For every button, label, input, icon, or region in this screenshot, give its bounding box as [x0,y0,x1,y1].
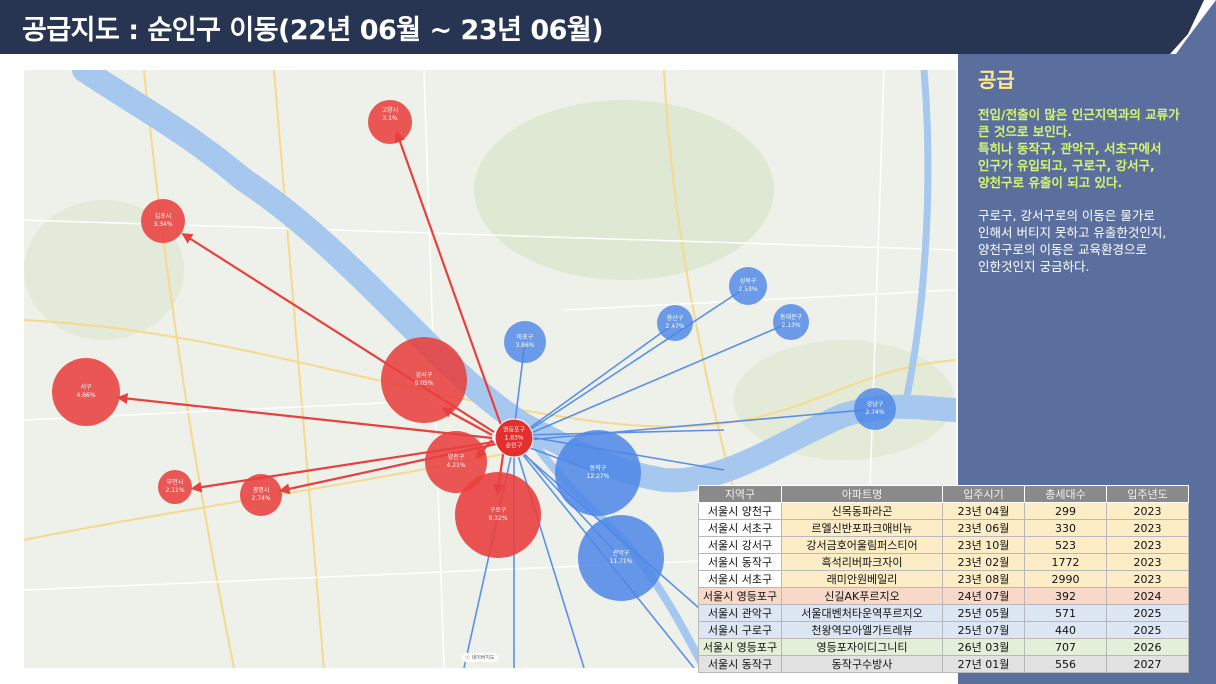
cell-year: 2026 [1106,638,1189,656]
bubble-label: 성북구 2.53% [738,278,758,293]
panel-highlight-text: 전입/전출이 많은 인근지역과의 교류가 큰 것으로 보인다. 특히나 동작구,… [978,107,1180,190]
table-header-row: 지역구 아파트명 입주시기 총세대수 입주년도 [698,485,1189,503]
cell-apt: 천왕역모아엘가트레뷰 [781,621,943,639]
cell-region: 서울시 구로구 [698,621,782,639]
cell-year: 2024 [1106,587,1189,605]
bubble-label-center: 영등포구 1.83% 순인구 [502,426,526,449]
cell-apt: 흑석리버파크자이 [781,553,943,571]
cell-year: 2023 [1106,553,1189,571]
cell-date: 23년 08월 [942,570,1025,588]
cell-units: 2990 [1024,570,1107,588]
cell-region: 서울시 관악구 [698,604,782,622]
cell-units: 299 [1024,502,1107,520]
cell-year: 2027 [1106,655,1189,673]
cell-date: 23년 02월 [942,553,1025,571]
bubble-label: 강서구 9.05% [414,372,434,387]
cell-region: 서울시 영등포구 [698,638,782,656]
bubble-label: 용산구 2.47% [665,315,685,330]
bubble-label: 광명시 2.74% [251,487,271,502]
bubble-label: 관악구 11.71% [609,550,633,565]
supply-table: 지역구 아파트명 입주시기 총세대수 입주년도 서울시 양천구 신목동파라곤 2… [698,485,1189,673]
col-header: 지역구 [698,485,782,503]
cell-units: 330 [1024,519,1107,537]
cell-region: 서울시 강서구 [698,536,782,554]
table-row: 서울시 영등포구 신길AK푸르지오 24년 07월 392 2024 [698,587,1189,605]
cell-apt: 영등포자이디그니티 [781,638,943,656]
cell-apt: 르엘신반포파크애비뉴 [781,519,943,537]
bubble-label: 부천시 2.11% [165,479,185,494]
table-row: 서울시 양천구 신목동파라곤 23년 04월 299 2023 [698,502,1189,520]
table-row: 서울시 동작구 동작구수방사 27년 01월 556 2027 [698,655,1189,673]
bubble-label: 동작구 12.27% [586,465,610,480]
cell-apt: 서울대벤처타운역푸르지오 [781,604,943,622]
cell-date: 26년 03월 [942,638,1025,656]
cell-year: 2023 [1106,519,1189,537]
cell-units: 556 [1024,655,1107,673]
table-row: 서울시 관악구 서울대벤처타운역푸르지오 25년 05월 571 2025 [698,604,1189,622]
cell-date: 27년 01월 [942,655,1025,673]
cell-apt: 신길AK푸르지오 [781,587,943,605]
cell-region: 서울시 동작구 [698,553,782,571]
cell-units: 523 [1024,536,1107,554]
table-row: 서울시 서초구 래미안원베일리 23년 08월 2990 2023 [698,570,1189,588]
cell-date: 25년 07월 [942,621,1025,639]
cell-apt: 동작구수방사 [781,655,943,673]
table-row: 서울시 강서구 강서금호어울림퍼스티어 23년 10월 523 2023 [698,536,1189,554]
bubble-label: 마포구 3.86% [515,334,535,349]
table-row: 서울시 구로구 천왕역모아엘가트레뷰 25년 07월 440 2025 [698,621,1189,639]
cell-apt: 래미안원베일리 [781,570,943,588]
bubble-label: 서구 4.66% [76,384,96,399]
cell-region: 서울시 서초구 [698,570,782,588]
mountain-area [474,100,774,280]
col-header: 아파트명 [781,485,943,503]
cell-date: 23년 06월 [942,519,1025,537]
cell-apt: 신목동파라곤 [781,502,943,520]
panel-body-text: 구로구, 강서구로의 이동은 물가로 인해서 버티지 못하고 유출한것인지, 양… [978,208,1167,274]
cell-region: 서울시 영등포구 [698,587,782,605]
table-row: 서울시 서초구 르엘신반포파크애비뉴 23년 06월 330 2023 [698,519,1189,537]
col-header: 총세대수 [1024,485,1107,503]
table-row: 서울시 영등포구 영등포자이디그니티 26년 03월 707 2026 [698,638,1189,656]
cell-date: 23년 04월 [942,502,1025,520]
cell-region: 서울시 양천구 [698,502,782,520]
cell-units: 571 [1024,604,1107,622]
page-title: 공급지도 : 순인구 이동(22년 06월 ~ 23년 06월) [22,15,604,46]
cell-year: 2023 [1106,502,1189,520]
bubble-label: 강남구 2.74% [865,401,885,416]
cell-year: 2025 [1106,604,1189,622]
cell-region: 서울시 동작구 [698,655,782,673]
bubble-label: 동대문구 2.13% [779,314,803,329]
cell-units: 707 [1024,638,1107,656]
cell-year: 2025 [1106,621,1189,639]
cell-date: 23년 10월 [942,536,1025,554]
cell-year: 2023 [1106,536,1189,554]
bubble-label: 양천구 4.21% [446,454,466,469]
col-header: 입주시기 [942,485,1025,503]
cell-region: 서울시 서초구 [698,519,782,537]
cell-units: 1772 [1024,553,1107,571]
cell-units: 440 [1024,621,1107,639]
table-row: 서울시 동작구 흑석리버파크자이 23년 02월 1772 2023 [698,553,1189,571]
cell-date: 25년 05월 [942,604,1025,622]
bubble-label: 구로구 9.32% [488,507,508,522]
cell-apt: 강서금호어울림퍼스티어 [781,536,943,554]
panel-heading: 공급 [978,68,1015,92]
map-watermark: ⓒ 네이버지도 [462,653,498,662]
title-bar: 공급지도 : 순인구 이동(22년 06월 ~ 23년 06월) [0,0,1216,54]
bubble-label: 김포시 3.34% [153,213,173,228]
cell-year: 2023 [1106,570,1189,588]
bubble-label: 고양시 3.1% [381,107,399,122]
col-header: 입주년도 [1106,485,1189,503]
cell-units: 392 [1024,587,1107,605]
cell-date: 24년 07월 [942,587,1025,605]
